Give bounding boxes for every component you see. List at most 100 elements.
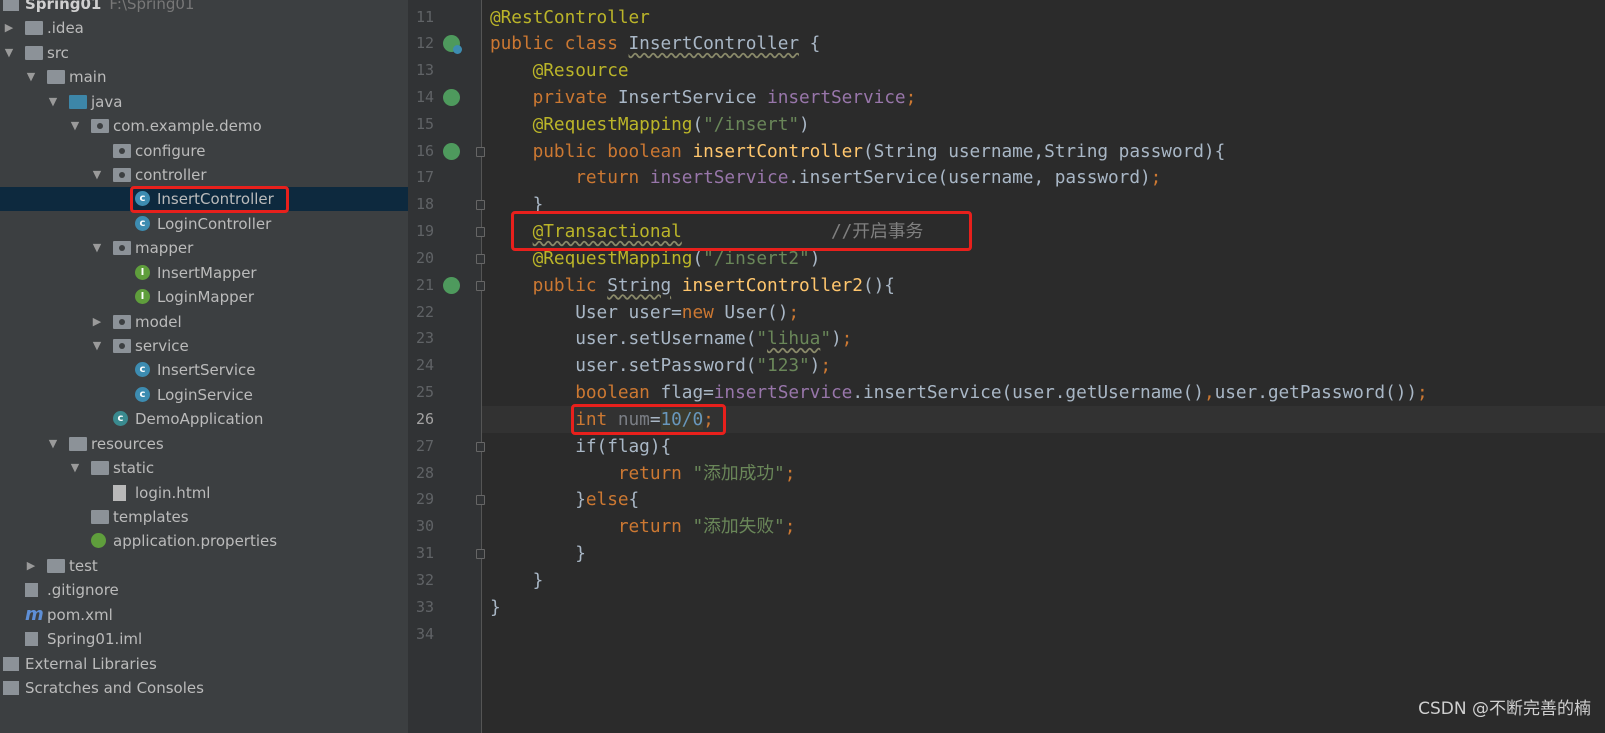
tree-item-text: test [69,556,98,575]
tree-item[interactable]: Spring01 F:\Spring01 [0,0,408,16]
fold-marker-icon[interactable] [476,227,485,238]
tree-item-text: LoginController [157,214,272,233]
code-line: return "添加失败"; [490,513,796,540]
line-number: 25 [415,383,434,402]
tree-item[interactable]: ▼ java [0,90,408,114]
package-icon [113,339,131,354]
code-token: ( [692,113,704,135]
chevron-right-icon[interactable]: ▶ [24,554,38,578]
tree-item-label: Spring01 F:\Spring01 [25,0,194,16]
tree-item-label: Spring01.iml [47,627,142,651]
tree-item-text: Spring01.iml [47,630,143,649]
tree-item[interactable]: Spring01.iml [0,627,408,651]
code-token: flag= [660,382,714,404]
code-line: boolean flag=insertService.insertService… [490,379,1428,406]
chevron-right-icon[interactable]: ▶ [90,310,104,334]
tree-item-text: model [135,312,182,331]
code-token: } [490,489,586,511]
line-number: 12 [415,34,434,53]
code-line: private InsertService insertService; [490,84,917,111]
fold-marker-icon[interactable] [476,200,485,211]
tree-item[interactable]: Scratches and Consoles [0,676,408,700]
code-line: public String insertController2(){ [490,272,895,299]
tree-item-label: login.html [135,481,210,505]
web-endpoint-icon[interactable] [443,142,460,160]
code-token: user.setPassword( [490,355,757,377]
tree-item[interactable]: templates [0,505,408,529]
fold-marker-icon[interactable] [476,280,485,291]
package-dot [119,147,125,154]
tree-item[interactable]: ▼ resources [0,432,408,456]
fold-marker-icon[interactable] [476,253,485,264]
tree-item[interactable]: configure [0,139,408,163]
chevron-down-icon[interactable]: ▼ [90,334,104,358]
tree-item[interactable]: ▼ com.example.demo [0,114,408,138]
tree-item[interactable]: .gitignore [0,578,408,602]
tree-item-text: InsertMapper [157,263,257,282]
line-number: 33 [415,597,434,616]
tree-item[interactable]: ▼ src [0,41,408,65]
tree-item-label: .gitignore [47,578,119,602]
tree-item[interactable]: ▼ static [0,456,408,480]
tree-item[interactable]: c DemoApplication [0,407,408,431]
code-token: "添加成功" [692,462,785,484]
code-token: ; [788,301,800,323]
tree-item[interactable]: ▼ main [0,65,408,89]
tree-item[interactable]: c LoginController [0,212,408,236]
tree-item-label: LoginMapper [157,285,254,309]
fold-marker-icon[interactable] [476,441,485,452]
tree-item[interactable]: I InsertMapper [0,261,408,285]
tree-item-text: static [113,459,155,478]
code-token: ; [905,86,917,108]
chevron-down-icon[interactable]: ▼ [90,236,104,260]
tree-item[interactable]: ▼ mapper [0,236,408,260]
chevron-down-icon[interactable]: ▼ [46,90,60,114]
tree-item-text: java [91,92,123,111]
code-line: user.setUsername("lihua"); [490,325,852,352]
fold-marker-icon[interactable] [476,549,485,560]
tree-item-label: mapper [135,236,193,260]
bean-class-icon[interactable] [443,35,462,55]
tree-item-text: Scratches and Consoles [25,679,204,698]
tree-item[interactable]: ▼ controller [0,163,408,187]
tree-item[interactable]: ▶ .idea [0,16,408,40]
tree-item[interactable]: ▶ model [0,310,408,334]
chevron-down-icon[interactable]: ▼ [2,41,16,65]
line-number: 28 [415,463,434,482]
folder-icon [91,510,109,525]
tree-item[interactable]: ▶ test [0,554,408,578]
tree-item-label: resources [91,432,164,456]
tree-item[interactable]: ▼ service [0,334,408,358]
code-token: " [820,328,831,350]
autowired-icon[interactable] [443,88,460,106]
tree-item[interactable]: I LoginMapper [0,285,408,309]
code-token: return [575,167,650,189]
tree-item-text: External Libraries [25,654,157,673]
chevron-down-icon[interactable]: ▼ [24,65,38,89]
fold-marker-icon[interactable] [476,146,485,157]
chevron-right-icon[interactable]: ▶ [2,16,16,40]
chevron-down-icon[interactable]: ▼ [90,163,104,187]
code-line: @RequestMapping("/insert") [490,111,810,138]
chevron-down-icon[interactable]: ▼ [68,114,82,138]
tree-item-text: login.html [135,483,211,502]
tree-item[interactable]: login.html [0,481,408,505]
tree-item[interactable]: m pom.xml [0,603,408,627]
interface-icon: I [135,264,150,280]
tree-item-label: src [47,41,69,65]
line-number: 32 [415,570,434,589]
tree-item[interactable]: c InsertService [0,358,408,382]
chevron-down-icon[interactable]: ▼ [68,456,82,480]
tree-item[interactable]: c LoginService [0,383,408,407]
chevron-down-icon[interactable]: ▼ [46,432,60,456]
tree-item[interactable]: application.properties [0,529,408,553]
code-token: ; [784,516,796,538]
tree-item[interactable]: External Libraries [0,652,408,676]
web-endpoint-icon[interactable] [443,276,460,294]
tree-item-label: model [135,310,182,334]
tree-item-text: pom.xml [47,605,113,624]
fold-marker-icon[interactable] [476,495,485,506]
